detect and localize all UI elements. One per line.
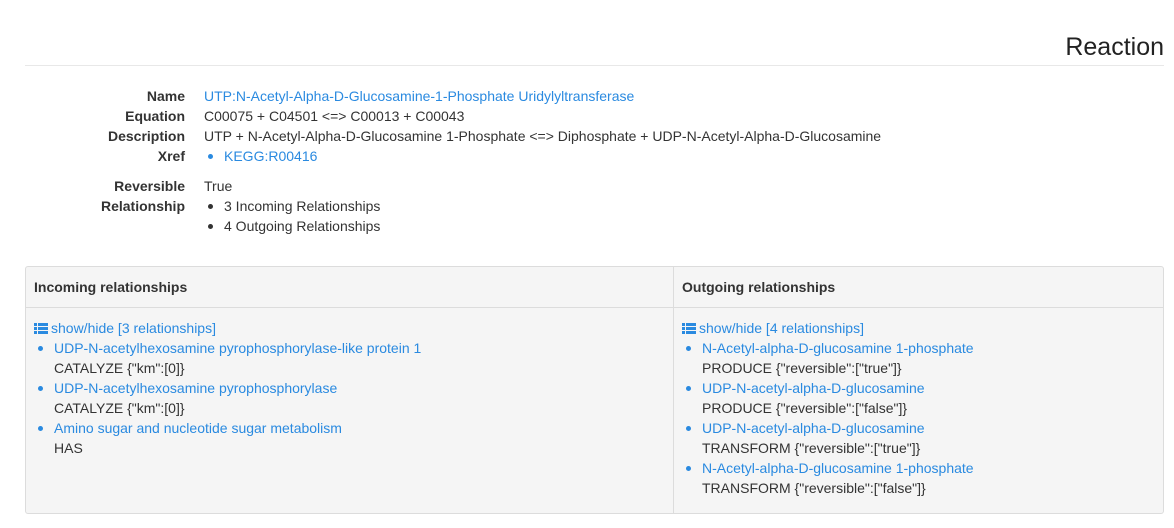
incoming-item-link[interactable]: UDP-N-acetylhexosamine pyrophosphorylase… — [54, 340, 421, 356]
outgoing-item-link[interactable]: N-Acetyl-alpha-D-glucosamine 1-phosphate — [702, 340, 974, 356]
incoming-item: UDP-N-acetylhexosamine pyrophosphorylase… — [34, 338, 673, 378]
outgoing-item-link[interactable]: UDP-N-acetyl-alpha-D-glucosamine — [702, 380, 925, 396]
relationship-item-outgoing: 4 Outgoing Relationships — [204, 216, 380, 236]
relationships-table: Incoming relationships show/hide [3 rela… — [25, 266, 1164, 514]
incoming-item-detail: HAS — [54, 440, 83, 456]
outgoing-item-detail: PRODUCE {"reversible":["true"]} — [702, 360, 902, 376]
incoming-body: show/hide [3 relationships] UDP-N-acetyl… — [26, 308, 673, 458]
relationship-row: Relationship 3 Incoming Relationships 4 … — [0, 196, 1174, 236]
relationship-item-incoming: 3 Incoming Relationships — [204, 196, 380, 216]
name-link[interactable]: UTP:N-Acetyl-Alpha-D-Glucosamine-1-Phosp… — [204, 86, 634, 106]
incoming-header: Incoming relationships — [26, 267, 673, 308]
description-value: UTP + N-Acetyl-Alpha-D-Glucosamine 1-Pho… — [204, 128, 882, 144]
incoming-toggle-link[interactable]: show/hide [3 relationships] — [51, 320, 216, 336]
list-icon — [682, 323, 696, 334]
xref-item: KEGG:R00416 — [204, 146, 317, 166]
outgoing-toggle-link[interactable]: show/hide [4 relationships] — [699, 320, 864, 336]
incoming-item-detail: CATALYZE {"km":[0]} — [54, 360, 185, 376]
outgoing-item-link[interactable]: N-Acetyl-alpha-D-glucosamine 1-phosphate — [702, 460, 974, 476]
incoming-item: Amino sugar and nucleotide sugar metabol… — [34, 418, 673, 458]
incoming-item: UDP-N-acetylhexosamine pyrophosphorylase… — [34, 378, 673, 418]
outgoing-item: UDP-N-acetyl-alpha-D-glucosamine TRANSFO… — [682, 418, 1163, 458]
incoming-item-detail: CATALYZE {"km":[0]} — [54, 400, 185, 416]
equation-label: Equation — [125, 108, 185, 124]
reversible-value: True — [204, 178, 233, 194]
incoming-item-link[interactable]: UDP-N-acetylhexosamine pyrophosphorylase — [54, 380, 337, 396]
outgoing-item: N-Acetyl-alpha-D-glucosamine 1-phosphate… — [682, 458, 1163, 498]
xref-link[interactable]: KEGG:R00416 — [224, 148, 317, 164]
relationship-list: 3 Incoming Relationships 4 Outgoing Rela… — [204, 196, 380, 236]
equation-value: C00075 + C04501 <=> C00013 + C00043 — [204, 108, 465, 124]
title-divider — [25, 65, 1164, 66]
outgoing-header: Outgoing relationships — [674, 267, 1163, 308]
reversible-label: Reversible — [114, 178, 185, 194]
page-title: Reaction — [1065, 32, 1164, 61]
reaction-properties: Name UTP:N-Acetyl-Alpha-D-Glucosamine-1-… — [0, 86, 1174, 236]
outgoing-body: show/hide [4 relationships] N-Acetyl-alp… — [674, 308, 1163, 498]
equation-row: Equation C00075 + C04501 <=> C00013 + C0… — [0, 106, 1174, 126]
incoming-toggle[interactable]: show/hide [3 relationships] — [34, 318, 673, 338]
outgoing-column: Outgoing relationships show/hide [4 rela… — [674, 267, 1163, 513]
outgoing-item-detail: TRANSFORM {"reversible":["false"]} — [702, 480, 926, 496]
name-label: Name — [146, 88, 185, 104]
xref-row: Xref KEGG:R00416 — [0, 146, 1174, 166]
reversible-row: Reversible True — [0, 176, 1174, 196]
description-label: Description — [107, 128, 185, 144]
outgoing-item-link[interactable]: UDP-N-acetyl-alpha-D-glucosamine — [702, 420, 925, 436]
incoming-column: Incoming relationships show/hide [3 rela… — [26, 267, 674, 513]
outgoing-toggle[interactable]: show/hide [4 relationships] — [682, 318, 1163, 338]
outgoing-item: N-Acetyl-alpha-D-glucosamine 1-phosphate… — [682, 338, 1163, 378]
outgoing-item: UDP-N-acetyl-alpha-D-glucosamine PRODUCE… — [682, 378, 1163, 418]
outgoing-item-detail: TRANSFORM {"reversible":["true"]} — [702, 440, 921, 456]
incoming-item-link[interactable]: Amino sugar and nucleotide sugar metabol… — [54, 420, 342, 436]
relationship-label: Relationship — [100, 198, 185, 214]
xref-label: Xref — [157, 148, 185, 164]
description-row: Description UTP + N-Acetyl-Alpha-D-Gluco… — [0, 126, 1174, 146]
list-icon — [34, 323, 48, 334]
xref-list: KEGG:R00416 — [204, 146, 317, 166]
outgoing-item-detail: PRODUCE {"reversible":["false"]} — [702, 400, 908, 416]
name-row: Name UTP:N-Acetyl-Alpha-D-Glucosamine-1-… — [0, 86, 1174, 106]
